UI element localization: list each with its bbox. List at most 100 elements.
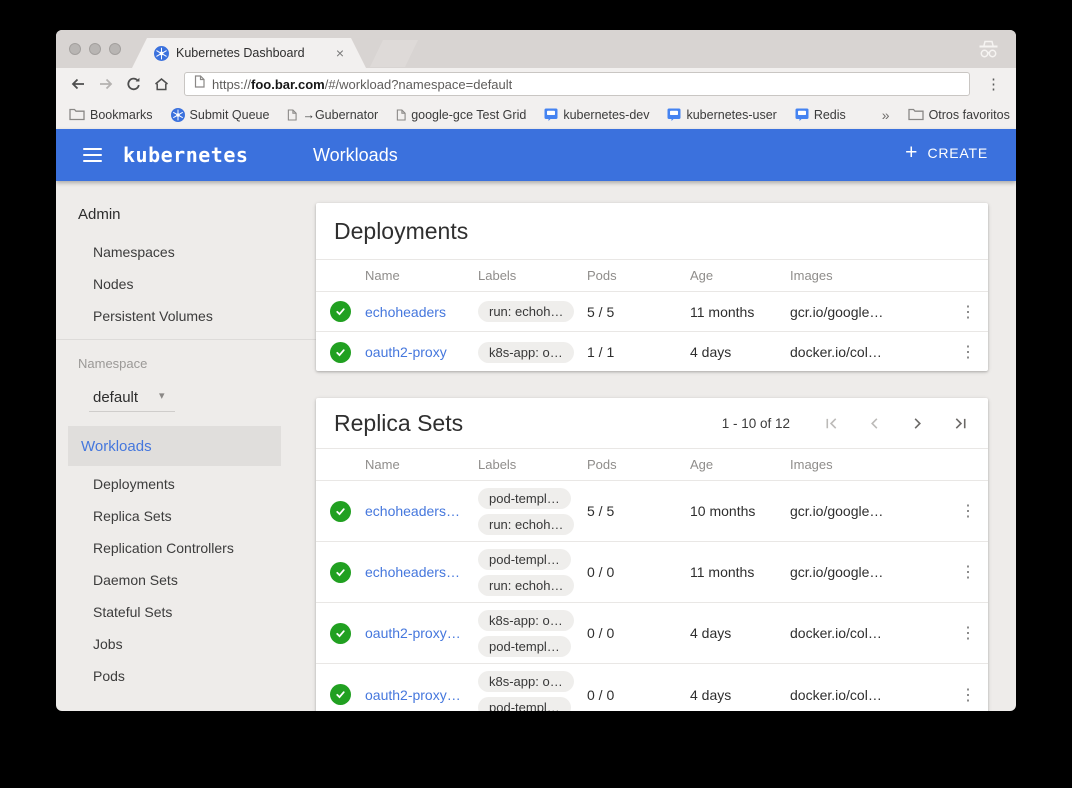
replica-sets-card-header: Replica Sets 1 - 10 of 12 [316, 398, 988, 448]
first-page-icon[interactable] [823, 415, 839, 431]
sidebar-item-persistent-volumes[interactable]: Persistent Volumes [93, 308, 213, 324]
status-ok-icon [330, 342, 351, 363]
group-chat-icon [667, 108, 681, 121]
sidebar-item-pods[interactable]: Pods [93, 668, 234, 684]
sidebar-heading-admin[interactable]: Admin [78, 206, 121, 223]
row-menu-icon[interactable]: ⋮ [948, 342, 988, 362]
age-cell: 10 months [690, 503, 790, 519]
card-title: Replica Sets [334, 410, 463, 437]
bookmark-redis[interactable]: Redis [795, 108, 846, 122]
images-cell: gcr.io/google… [790, 564, 948, 580]
label-chip: run: echoh… [478, 301, 574, 322]
images-cell: gcr.io/google… [790, 304, 948, 320]
home-button[interactable] [152, 75, 171, 94]
col-name: Name [365, 457, 478, 472]
deployments-card: Deployments Name Labels Pods Age Images … [316, 203, 988, 371]
resource-name-link[interactable]: echoheaders… [365, 564, 478, 580]
pagination: 1 - 10 of 12 [722, 415, 968, 431]
tab-strip: Kubernetes Dashboard × [56, 30, 1016, 68]
label-chip: pod-templ… [478, 636, 571, 657]
namespace-label: Namespace [78, 356, 147, 371]
sidebar-item-jobs[interactable]: Jobs [93, 636, 234, 652]
tab-title: Kubernetes Dashboard [176, 46, 336, 60]
window-zoom-button[interactable] [109, 43, 121, 55]
resource-name-link[interactable]: oauth2-proxy… [365, 625, 478, 641]
sidebar: Admin Namespaces Nodes Persistent Volume… [56, 181, 316, 711]
sidebar-item-daemon-sets[interactable]: Daemon Sets [93, 572, 234, 588]
row-menu-icon[interactable]: ⋮ [948, 562, 988, 582]
next-page-icon[interactable] [909, 415, 925, 431]
status-ok-icon [330, 684, 351, 705]
hamburger-menu-icon[interactable] [83, 148, 102, 162]
bookmarks-overflow-button[interactable]: » [882, 107, 890, 123]
sidebar-item-nodes[interactable]: Nodes [93, 276, 213, 292]
table-row: echoheaders run: echoh… 5 / 5 11 months … [316, 292, 988, 332]
new-tab-button[interactable] [370, 40, 418, 67]
table-row: oauth2-proxy k8s-app: o… 1 / 1 4 days do… [316, 332, 988, 372]
resource-name-link[interactable]: echoheaders [365, 304, 478, 320]
bookmark-folder-bookmarks[interactable]: Bookmarks [69, 108, 153, 122]
chevron-down-icon[interactable]: ▾ [159, 389, 165, 402]
row-menu-icon[interactable]: ⋮ [948, 302, 988, 322]
reload-button[interactable] [124, 75, 143, 94]
label-chip: k8s-app: o… [478, 671, 574, 692]
tab-close-icon[interactable]: × [336, 46, 344, 60]
row-menu-icon[interactable]: ⋮ [948, 685, 988, 705]
sidebar-item-namespaces[interactable]: Namespaces [93, 244, 213, 260]
namespace-select-underline [89, 411, 175, 412]
age-cell: 4 days [690, 344, 790, 360]
window-minimize-button[interactable] [89, 43, 101, 55]
images-cell: docker.io/col… [790, 625, 948, 641]
bookmark-google-gce-test-grid[interactable]: google-gce Test Grid [396, 108, 526, 122]
back-button[interactable] [68, 75, 87, 94]
bookmark-gubernator[interactable]: →Gubernator [287, 108, 378, 122]
status-ok-icon [330, 562, 351, 583]
namespace-select[interactable]: default [93, 389, 138, 406]
status-ok-icon [330, 501, 351, 522]
pods-cell: 1 / 1 [587, 344, 690, 360]
app-header: kubernetes Workloads + CREATE [56, 129, 1016, 181]
col-age: Age [690, 457, 790, 472]
url-bar[interactable]: https://foo.bar.com/#/workload?namespace… [184, 72, 970, 96]
row-menu-icon[interactable]: ⋮ [948, 501, 988, 521]
previous-page-icon[interactable] [866, 415, 882, 431]
browser-tab[interactable]: Kubernetes Dashboard × [132, 38, 366, 68]
images-cell: gcr.io/google… [790, 503, 948, 519]
sidebar-item-replication-controllers[interactable]: Replication Controllers [93, 540, 234, 556]
deployments-card-header: Deployments [316, 203, 988, 259]
bookmark-submit-queue[interactable]: Submit Queue [171, 108, 270, 122]
pods-cell: 0 / 0 [587, 687, 690, 703]
deployments-table-header: Name Labels Pods Age Images [316, 259, 988, 292]
age-cell: 11 months [690, 564, 790, 580]
col-pods: Pods [587, 457, 690, 472]
images-cell: docker.io/col… [790, 344, 948, 360]
window-close-button[interactable] [69, 43, 81, 55]
browser-menu-button[interactable]: ⋮ [983, 75, 1004, 93]
browser-window: Kubernetes Dashboard × [56, 30, 1016, 711]
resource-name-link[interactable]: echoheaders… [365, 503, 478, 519]
resource-name-link[interactable]: oauth2-proxy… [365, 687, 478, 703]
card-title: Deployments [334, 218, 468, 245]
label-chip: run: echoh… [478, 575, 574, 596]
url-domain: foo.bar.com [251, 77, 325, 92]
sidebar-item-replica-sets[interactable]: Replica Sets [93, 508, 234, 524]
kubernetes-favicon-icon [154, 46, 169, 61]
sidebar-workloads-list: Deployments Replica Sets Replication Con… [93, 476, 234, 684]
resource-name-link[interactable]: oauth2-proxy [365, 344, 478, 360]
bookmark-folder-otros-favoritos[interactable]: Otros favoritos [908, 108, 1010, 122]
sidebar-item-workloads[interactable]: Workloads [68, 426, 281, 466]
sidebar-item-stateful-sets[interactable]: Stateful Sets [93, 604, 234, 620]
incognito-icon [977, 40, 1000, 64]
bookmark-kubernetes-dev[interactable]: kubernetes-dev [544, 108, 649, 122]
bookmark-kubernetes-user[interactable]: kubernetes-user [667, 108, 776, 122]
col-images: Images [790, 268, 948, 283]
label-chip: pod-templ… [478, 488, 571, 509]
forward-button[interactable] [96, 75, 115, 94]
plus-icon: + [905, 142, 917, 163]
sidebar-item-deployments[interactable]: Deployments [93, 476, 234, 492]
age-cell: 11 months [690, 304, 790, 320]
label-chip: k8s-app: o… [478, 342, 574, 363]
create-button[interactable]: + CREATE [905, 142, 988, 163]
last-page-icon[interactable] [952, 415, 968, 431]
row-menu-icon[interactable]: ⋮ [948, 623, 988, 643]
